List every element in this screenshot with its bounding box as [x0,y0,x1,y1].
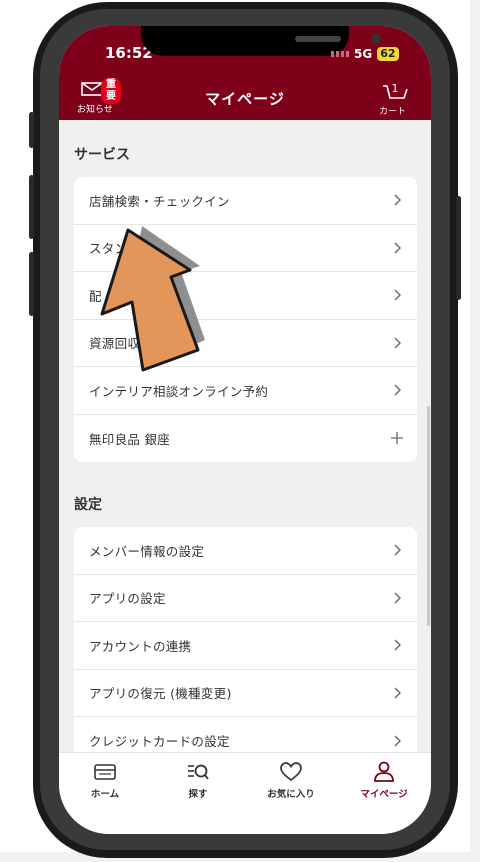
tab-bar: ホーム 探す お気に入り マイページ [59,752,431,834]
card-icon [94,764,116,780]
tab-mypage[interactable]: マイページ [344,761,424,800]
battery-icon: 62 [377,47,399,61]
camera [371,34,381,44]
plus-icon [391,432,403,445]
chevron-right-icon [394,384,401,396]
services-section-title: サービス [74,147,130,163]
page-title: マイページ [205,90,285,108]
volume-up-button [29,175,34,239]
up-arrow-overlay [100,226,205,372]
network-label: 5G [354,47,373,61]
row-label: アプリの設定 [89,591,166,607]
person-icon [374,761,394,782]
chevron-right-icon [394,735,401,747]
background-strip [470,0,480,862]
list-item-account-link[interactable]: アカウントの連携 [74,622,417,670]
list-item-muji-ginza[interactable]: 無印良品 銀座 [74,415,417,463]
settings-card: メンバー情報の設定 アプリの設定 アカウントの連携 アプリの復元 (機種変更) … [74,527,417,759]
row-label: インテリア相談オンライン予約 [89,383,269,399]
scrollbar[interactable] [427,406,430,626]
mute-switch [29,112,34,148]
cart-count: 1 [392,82,399,95]
tab-label: ホーム [90,789,120,800]
volume-down-button [29,252,34,316]
power-button [456,196,461,300]
tab-label: マイページ [360,789,408,800]
chevron-right-icon [394,242,401,254]
chevron-right-icon [394,337,401,349]
notch [141,26,381,56]
cart-icon: 1 [383,82,408,99]
tab-search[interactable]: 探す [158,761,238,800]
chevron-right-icon [394,592,401,604]
tab-home[interactable]: ホーム [65,761,145,800]
search-icon [188,764,209,780]
list-item-app-restore[interactable]: アプリの復元 (機種変更) [74,670,417,717]
cart-button[interactable]: 1 カート [377,80,417,118]
list-item-app-settings[interactable]: アプリの設定 [74,575,417,622]
chevron-right-icon [394,289,401,301]
heart-icon [280,762,302,782]
chevron-right-icon [394,544,401,556]
tab-label: 探す [188,789,208,800]
list-item-member-settings[interactable]: メンバー情報の設定 [74,527,417,575]
row-label: メンバー情報の設定 [89,543,205,559]
tab-label: お気に入り [267,789,315,800]
row-label: アカウントの連携 [89,638,192,654]
status-indicators: 5G 62 [331,47,399,61]
row-label: 店舗検索・チェックイン [89,193,230,209]
row-label: アプリの復元 (機種変更) [89,686,232,702]
chevron-right-icon [394,639,401,651]
tab-favorites[interactable]: お気に入り [251,761,331,800]
list-item-store-search[interactable]: 店舗検索・チェックイン [74,177,417,225]
settings-section-title: 設定 [74,497,102,513]
row-label: 無印良品 銀座 [89,431,171,447]
row-label: クレジットカードの設定 [89,734,230,750]
speaker [295,36,341,42]
chevron-right-icon [394,194,401,206]
phone-screen: 16:52 5G 62 重要 お知らせ マイページ 1 カート サービス 店舗検… [59,26,431,834]
chevron-right-icon [394,687,401,699]
signal-icon [331,51,349,57]
app-header: 16:52 5G 62 重要 お知らせ マイページ 1 カート [59,26,431,120]
cart-label: カート [379,107,407,117]
